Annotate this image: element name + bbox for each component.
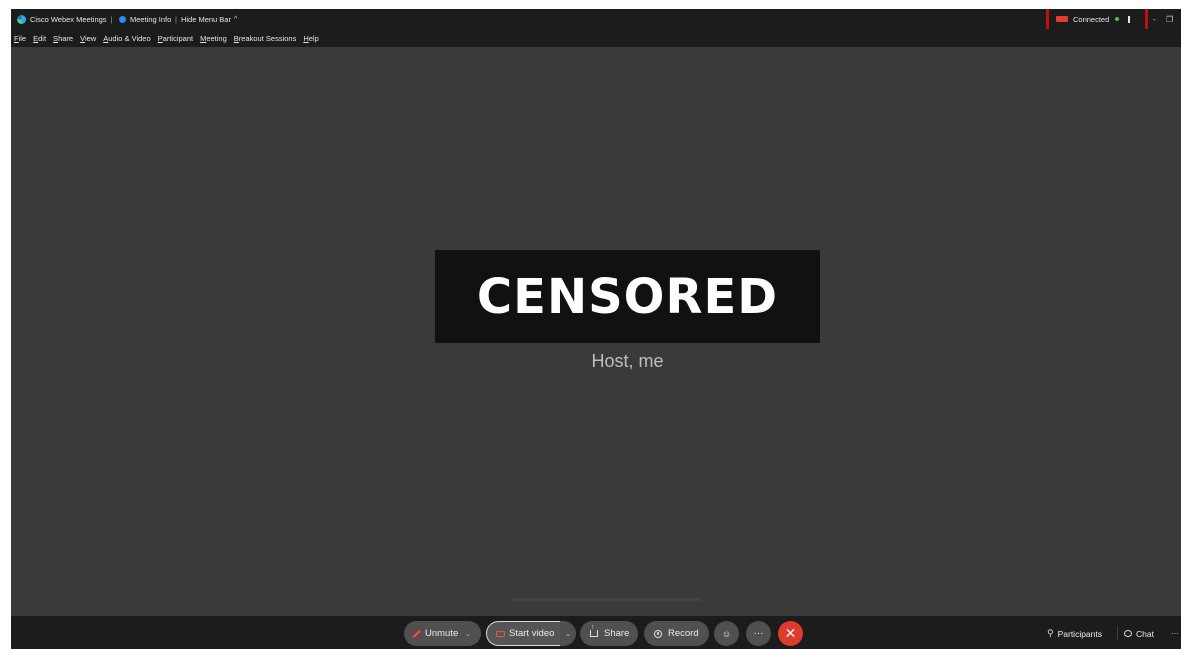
start-video-button[interactable]: Start video: [486, 621, 561, 646]
censored-label: CENSORED: [476, 268, 779, 325]
reactions-button[interactable]: ☺: [714, 621, 739, 646]
chevron-down-icon[interactable]: ⌄: [465, 630, 471, 638]
menu-bar: File Edit Share View Audio & Video Parti…: [11, 29, 1181, 47]
panel-divider: [1117, 626, 1118, 641]
share-icon: [590, 624, 598, 637]
stage-divider: [511, 598, 701, 601]
ellipsis-icon: ···: [753, 628, 764, 639]
muted-microphone-icon: [414, 629, 420, 638]
participant-name: Host, me: [591, 351, 664, 371]
connection-status[interactable]: Connected: [1056, 9, 1131, 29]
meeting-info-button[interactable]: Meeting Info: [119, 9, 171, 29]
menu-meeting[interactable]: Meeting: [200, 34, 227, 43]
panel-more-button[interactable]: ···: [1171, 621, 1179, 646]
webex-meeting-window: Cisco Webex Meetings | Meeting Info | Hi…: [11, 9, 1181, 649]
minimize-button[interactable]: -: [1153, 9, 1156, 29]
menu-view[interactable]: View: [80, 34, 96, 43]
info-icon: [119, 15, 126, 23]
menu-edit[interactable]: Edit: [33, 34, 46, 43]
censored-avatar-block: CENSORED: [435, 250, 820, 343]
menu-help[interactable]: Help: [303, 34, 318, 43]
hide-menu-bar-button[interactable]: | Hide Menu Bar ^: [175, 9, 237, 29]
menu-breakout-sessions[interactable]: Breakout Sessions: [234, 34, 297, 43]
more-options-button[interactable]: ···: [746, 621, 771, 646]
person-icon: ⚲: [1047, 628, 1054, 638]
video-camera-icon: [496, 630, 505, 637]
record-label: Record: [668, 628, 699, 639]
title-separator: |: [110, 14, 113, 24]
leave-meeting-button[interactable]: ✕: [778, 621, 803, 646]
restore-window-button[interactable]: ❐: [1166, 9, 1173, 29]
chat-label: Chat: [1136, 628, 1154, 639]
smiley-icon: ☺: [721, 628, 732, 639]
title-bar: Cisco Webex Meetings | Meeting Info | Hi…: [11, 9, 1181, 29]
close-icon: ✕: [784, 625, 797, 641]
signal-bar-icon: [1128, 15, 1131, 23]
chevron-up-icon: ^: [233, 15, 238, 23]
share-label: Share: [604, 628, 630, 639]
webex-logo-icon: [17, 14, 26, 24]
start-video-label: Start video: [509, 628, 555, 639]
video-options-button[interactable]: ⌄: [560, 621, 576, 646]
menu-participant[interactable]: Participant: [158, 34, 193, 43]
title-separator: |: [175, 14, 177, 24]
chat-bubble-icon: [1124, 630, 1132, 637]
app-title: Cisco Webex Meetings |: [17, 9, 117, 29]
connected-label: Connected: [1073, 14, 1110, 24]
record-button[interactable]: Record: [644, 621, 709, 646]
menu-audio-video[interactable]: Audio & Video: [103, 34, 150, 43]
hide-menu-bar-label: Hide Menu Bar: [180, 14, 231, 24]
unmute-label: Unmute: [425, 628, 459, 639]
menu-share[interactable]: Share: [53, 34, 73, 43]
chat-panel-button[interactable]: Chat: [1121, 621, 1165, 646]
unmute-button[interactable]: Unmute ⌄: [404, 621, 481, 646]
record-icon: [654, 629, 662, 638]
app-name: Cisco Webex Meetings: [30, 14, 107, 24]
live-badge-icon: [1056, 16, 1068, 22]
menu-file[interactable]: File: [14, 34, 26, 43]
participants-panel-button[interactable]: ⚲ Participants: [1044, 621, 1114, 646]
share-button[interactable]: Share: [580, 621, 638, 646]
participants-label: Participants: [1057, 628, 1103, 639]
meeting-info-label: Meeting Info: [130, 14, 172, 24]
meeting-control-bar: Unmute ⌄ Start video ⌄ Share Record ☺ ··…: [11, 616, 1181, 649]
connected-dot-icon: [1115, 17, 1120, 21]
